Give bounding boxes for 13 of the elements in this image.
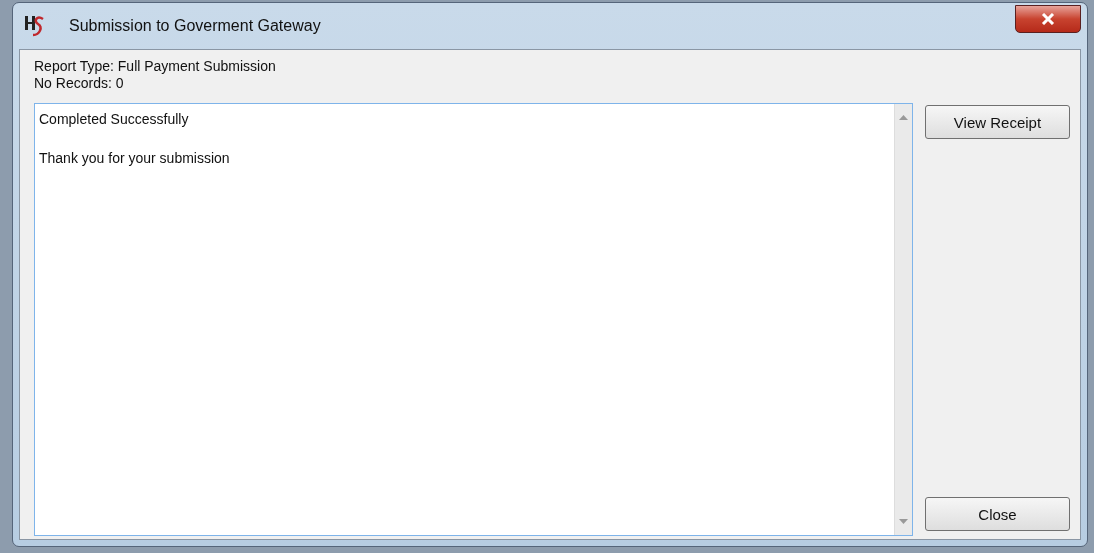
output-text: Completed Successfully	[39, 110, 190, 129]
app-logo-icon	[23, 13, 45, 39]
info-text: No Records: 0	[34, 75, 125, 92]
scroll-up-icon[interactable]	[899, 115, 908, 120]
scroll-down-icon[interactable]	[899, 519, 908, 524]
close-icon[interactable]	[1015, 5, 1081, 33]
output-text: Thank you for your submission	[39, 149, 231, 168]
close-button[interactable]: Close	[925, 497, 1070, 531]
output-text-area[interactable]: Completed Successfully Thank you for your submission	[34, 103, 913, 536]
window-title: Submission to Goverment Gateway	[69, 17, 321, 35]
view-receipt-button[interactable]: View Receipt	[925, 105, 1070, 139]
scrollbar[interactable]	[894, 104, 912, 535]
info-text: Report Type: Full Payment Submission	[34, 58, 277, 75]
